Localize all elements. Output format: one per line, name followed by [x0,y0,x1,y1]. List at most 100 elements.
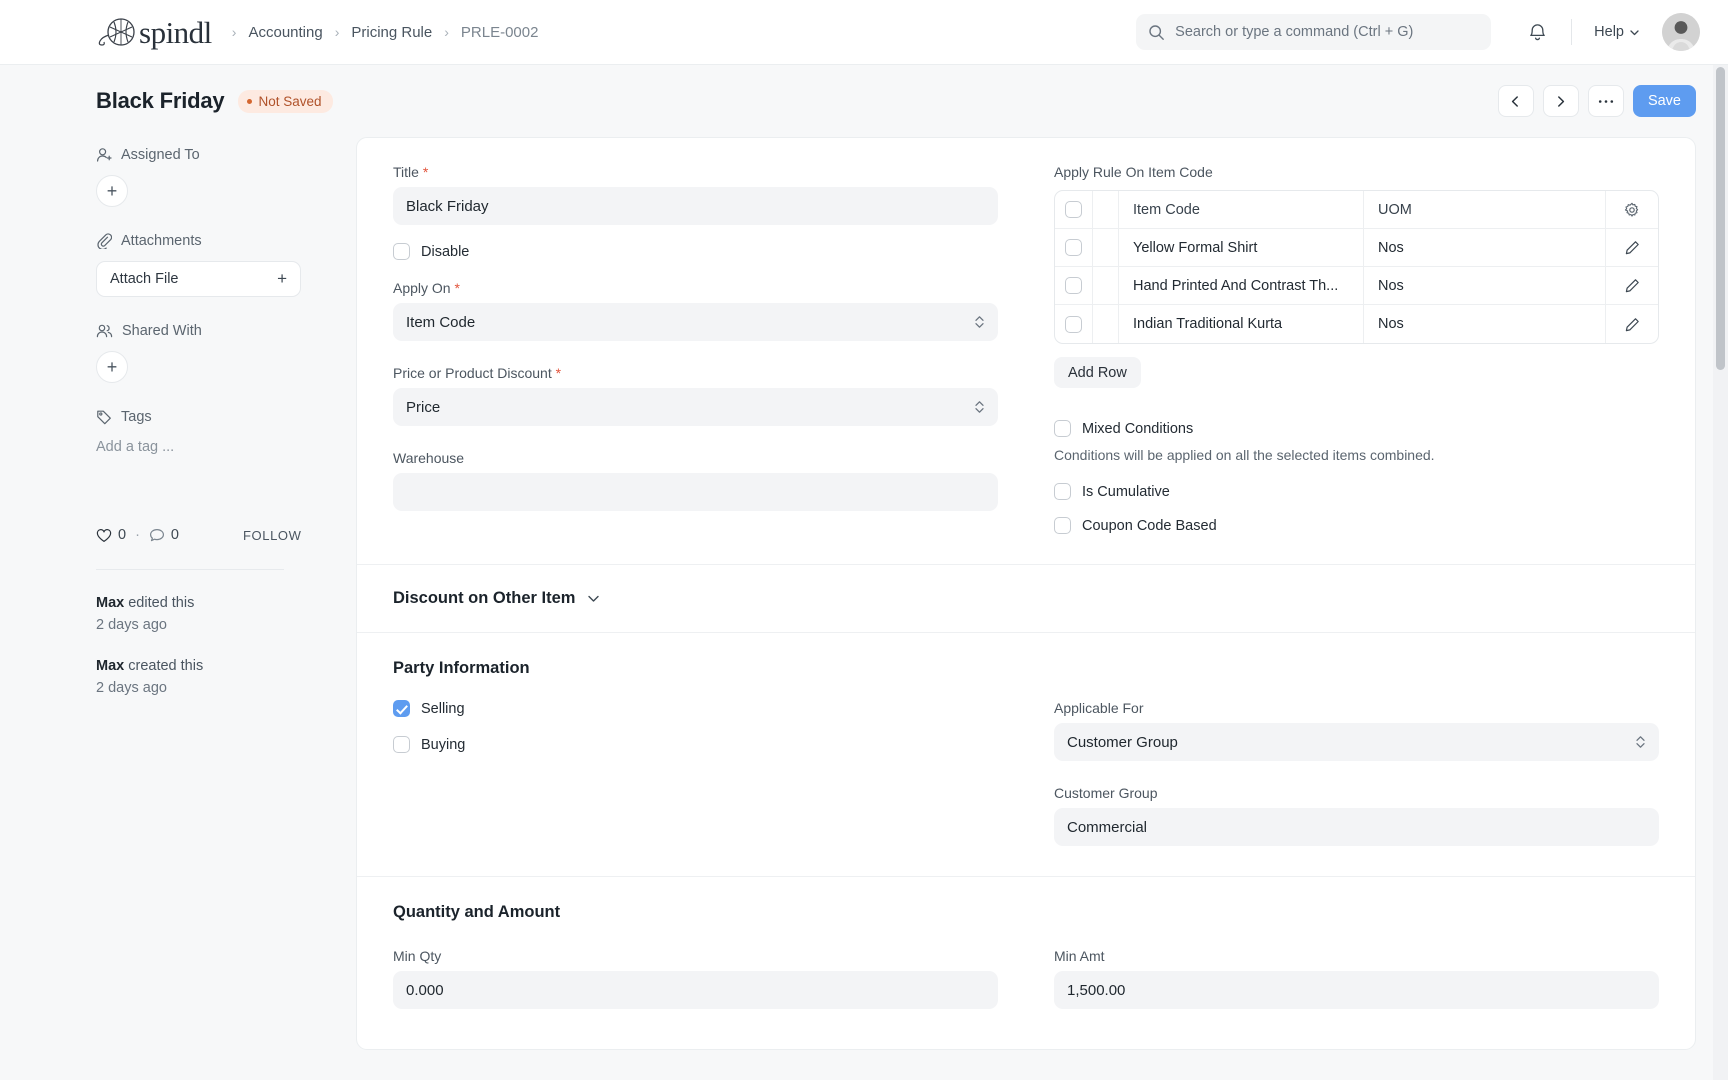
party-column-right: Applicable For Customer Group [1026,700,1659,846]
min-qty-input[interactable]: 0.000 [393,971,998,1009]
checkbox-is-cumulative[interactable]: Is Cumulative [1054,483,1659,500]
table-row[interactable]: Hand Printed And Contrast Th... Nos [1055,267,1658,305]
row-checkbox[interactable] [1065,239,1082,256]
title-input[interactable]: Black Friday [393,187,998,225]
row-index-cell [1093,305,1119,343]
brand-logo-group[interactable]: spindl [96,15,212,49]
breadcrumb-item-current[interactable]: PRLE-0002 [453,21,547,44]
sidebar: Assigned To + Attachments Attach File + [96,137,332,718]
customer-group-input[interactable]: Commercial [1054,808,1659,846]
row-index-cell [1093,229,1119,266]
selling-checkbox[interactable] [393,700,410,717]
attach-file-button[interactable]: Attach File + [96,261,301,297]
section-discount-on-other-item[interactable]: Discount on Other Item [357,564,1695,632]
row-select-cell[interactable] [1055,229,1093,266]
row-checkbox[interactable] [1065,316,1082,333]
is-cumulative-checkbox[interactable] [1054,483,1071,500]
page-scrollbar[interactable] [1713,65,1728,1080]
scrollbar-thumb[interactable] [1716,67,1725,370]
breadcrumb-item-pricing-rule[interactable]: Pricing Rule [343,21,440,44]
chevron-updown-icon [974,314,985,330]
row-edit-button[interactable] [1606,229,1658,266]
follow-button[interactable]: FOLLOW [243,528,302,543]
apply-on-select[interactable]: Item Code [393,303,998,341]
pencil-icon [1625,317,1640,332]
applicable-for-label: Applicable For [1054,700,1659,716]
cell-uom: Nos [1364,229,1606,266]
coupon-code-based-checkbox[interactable] [1054,517,1071,534]
next-document-button[interactable] [1543,85,1579,117]
chevron-down-icon [1629,27,1640,38]
add-assignment-button[interactable]: + [96,175,128,207]
search-input[interactable]: Search or type a command (Ctrl + G) [1136,14,1491,50]
status-dot-icon [247,99,252,104]
user-plus-icon [96,147,112,163]
discount-other-item-header[interactable]: Discount on Other Item [393,589,1659,608]
help-menu-button[interactable]: Help [1588,19,1646,45]
sidebar-section-attachments: Attachments Attach File + [96,233,332,297]
table-row[interactable]: Yellow Formal Shirt Nos [1055,229,1658,267]
price-discount-select[interactable]: Price [393,388,998,426]
min-amt-input[interactable]: 1,500.00 [1054,971,1659,1009]
more-actions-button[interactable] [1588,85,1624,117]
search-icon [1148,24,1165,41]
disable-checkbox[interactable] [393,243,410,260]
checkbox-coupon-code-based[interactable]: Coupon Code Based [1054,517,1659,534]
mixed-conditions-hint: Conditions will be applied on all the se… [1054,447,1659,463]
warehouse-input[interactable] [393,473,998,511]
checkbox-selling[interactable]: Selling [393,700,998,717]
row-select-cell[interactable] [1055,305,1093,343]
like-control[interactable]: 0 [96,527,126,543]
table-settings-button[interactable] [1606,191,1658,228]
checkbox-disable[interactable]: Disable [393,243,998,260]
cell-item-code: Yellow Formal Shirt [1119,229,1364,266]
disable-label: Disable [421,244,469,260]
chevron-down-icon[interactable] [586,591,601,606]
add-tag-input[interactable]: Add a tag ... [96,437,332,455]
attach-file-label: Attach File [110,271,179,287]
pencil-icon [1625,240,1640,255]
buying-checkbox[interactable] [393,736,410,753]
section-party-information: Party Information Selling Buying [357,632,1695,876]
field-customer-group: Customer Group Commercial [1054,785,1659,846]
select-all-cell[interactable] [1055,191,1093,228]
title-label: Title * [393,164,998,180]
table-row[interactable]: Indian Traditional Kurta Nos [1055,305,1658,343]
applicable-for-value: Customer Group [1067,734,1178,751]
field-applicable-for: Applicable For Customer Group [1054,700,1659,761]
notifications-button[interactable] [1519,14,1555,50]
add-share-button[interactable]: + [96,351,128,383]
row-edit-button[interactable] [1606,305,1658,343]
row-select-cell[interactable] [1055,267,1093,304]
required-marker: * [556,365,561,381]
applicable-for-select[interactable]: Customer Group [1054,723,1659,761]
prev-document-button[interactable] [1498,85,1534,117]
checkbox-buying[interactable]: Buying [393,736,998,753]
pencil-icon [1625,278,1640,293]
breadcrumb-separator: › [333,24,342,40]
chevron-left-icon [1509,95,1522,108]
mixed-conditions-checkbox[interactable] [1054,420,1071,437]
min-amt-label: Min Amt [1054,948,1659,964]
assigned-to-label: Assigned To [121,147,200,163]
breadcrumb: › Accounting › Pricing Rule › PRLE-0002 [230,21,547,44]
row-edit-button[interactable] [1606,267,1658,304]
social-actions: 0 · 0 FOLLOW [96,527,332,543]
form-card: Title * Black Friday Disable Apply On [356,137,1696,1050]
checkbox-mixed-conditions[interactable]: Mixed Conditions [1054,420,1659,437]
save-button[interactable]: Save [1633,85,1696,117]
select-all-checkbox[interactable] [1065,201,1082,218]
comment-control[interactable]: 0 [149,527,179,543]
qty-column-right: Min Amt 1,500.00 [1026,948,1659,1009]
column-left: Title * Black Friday Disable Apply On [393,164,1026,534]
row-checkbox[interactable] [1065,277,1082,294]
sidebar-section-tags: Tags Add a tag ... [96,409,332,455]
quantity-and-amount-title: Quantity and Amount [393,903,1659,922]
like-count: 0 [118,527,126,543]
yarn-ball-logo-icon [96,15,138,49]
sidebar-divider [96,569,284,570]
avatar[interactable] [1662,13,1700,51]
breadcrumb-item-accounting[interactable]: Accounting [240,21,330,44]
add-row-button[interactable]: Add Row [1054,357,1141,388]
coupon-code-based-label: Coupon Code Based [1082,518,1217,534]
